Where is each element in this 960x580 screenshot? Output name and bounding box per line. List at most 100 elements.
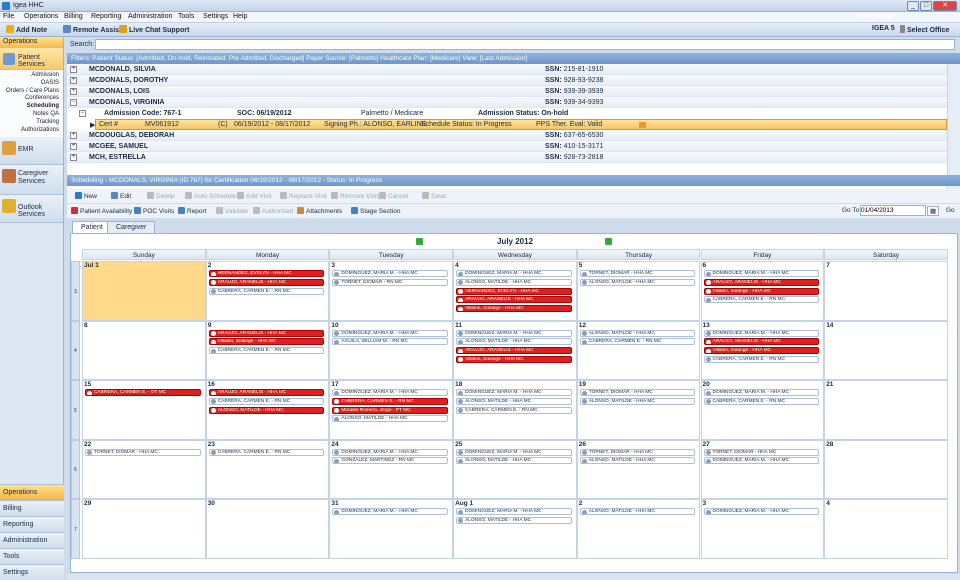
go-button[interactable]: Go [946,207,955,214]
visit-entry[interactable]: DOMINGUEZ, MARIA M. - HHA MC [456,389,572,396]
expand-icon[interactable]: + [70,77,77,84]
search-input[interactable] [95,39,955,50]
patient-row[interactable]: + MCDONALS, DOROTHY SSN: 928-93-9238 [67,75,947,86]
live-chat-button[interactable]: Live Chat Support [119,25,189,34]
visit-entry[interactable]: CABRERA, CARMEN E. - RN MC [703,355,820,363]
menu-operations[interactable]: Operations [24,13,58,20]
visit-entry[interactable]: ALONSO, MATILDE - HHA MC [579,457,696,465]
patient-row[interactable]: + MCH, ESTRELLA SSN: 928-73-2818 [67,152,947,163]
visit-entry[interactable]: ARAUJO, ARANELIS - HHA MC [456,347,572,355]
patient-row[interactable]: − MCDONALS, VIRGINIA SSN: 939-34-9393 [67,97,947,108]
remote-assist-button[interactable]: Remote Assist [63,25,121,34]
visit-entry[interactable]: CABRERA, CARMEN E. - RN MC [579,338,696,346]
action-authorized-button[interactable]: Authorized [253,207,293,215]
tab-caregiver[interactable]: Caregiver [107,221,156,233]
calendar-day-cell[interactable]: 19 TORNET, DIOMAR - HHA MC ALONSO, MATILDE… [576,380,701,440]
visit-entry[interactable]: TORNET, DIOMAR - HHA MC [85,448,201,456]
close-button[interactable]: ✕ [933,1,957,11]
action-new-button[interactable]: New [75,192,97,200]
visit-entry[interactable]: CABRERA, CARMEN E. - RN MC [332,397,449,405]
visit-entry[interactable]: AGUILA, WILLIAM M. - RN MC [332,338,449,346]
visit-entry[interactable]: GONZALEZ, MARTINEZ - RN MC [332,457,449,465]
calendar-day-cell[interactable]: 7 [824,261,948,321]
visit-entry[interactable]: ALONSO, MATILDE - HHA MC [579,329,696,337]
calendar-day-cell[interactable]: 9 ARAUJO, ARANELIS - HHA MC Villalon, Sola… [205,320,330,380]
action-save-button[interactable]: Save [422,192,446,200]
calendar-day-cell[interactable]: Jul 1 [82,261,206,321]
add-note-button[interactable]: Add Note [6,25,47,34]
patient-row[interactable]: + MCDONALD, SILVIA SSN: 215-81-1910 [67,64,947,75]
action-attachments-button[interactable]: Attachments [297,207,342,215]
visit-entry[interactable]: DOMINGUEZ, MARIA M. - HHA MC [332,329,449,337]
calendar-day-cell[interactable]: 26 TORNET, DIOMAR - HHA MC ALONSO, MATILDE… [576,439,701,499]
calendar-day-cell[interactable]: 25 DOMINGUEZ, MARIA M. - HHA MC ALONSO, MA… [453,439,577,499]
submenu-item-scheduling[interactable]: Scheduling [0,103,59,111]
menu-help[interactable]: Help [233,13,247,20]
nav-emr[interactable]: EMR [0,137,63,166]
bottom-nav-billing[interactable]: Billing [0,500,64,516]
menu-administration[interactable]: Administration [128,13,172,20]
action-auto-schedule-button[interactable]: Auto Schedule [185,192,236,200]
calendar-day-cell[interactable]: 4 [824,499,948,559]
visit-entry[interactable]: ALONSO, MATILDE - HHA MC [579,278,696,286]
visit-entry[interactable]: Villalon, Solange - HHA MC [456,305,572,313]
calendar-day-cell[interactable]: Aug 1 DOMINGUEZ, MARIA M. - HHA MC ALONSO,… [453,499,577,559]
calendar-day-cell[interactable]: 10 DOMINGUEZ, MARIA M. - HHA MC AGUILA, WI… [329,320,454,380]
visit-entry[interactable]: ARAUJO, ARANELIS - HHA MC [703,278,820,286]
calendar-day-cell[interactable]: 4 DOMINGUEZ, MARIA M. - HHA MC ALONSO, MAT… [453,261,577,321]
action-report-button[interactable]: Report [178,207,207,215]
bottom-nav-operations[interactable]: Operations [0,484,64,500]
visit-entry[interactable]: CABRERA, CARMEN E. - OT MC [85,389,201,396]
action-add-visit-button[interactable]: Add Visit [237,192,272,200]
visit-entry[interactable]: TORNET, DIOMAR - HHA MC [579,448,696,456]
bottom-nav-reporting[interactable]: Reporting [0,516,64,532]
calendar-day-cell[interactable]: 30 [205,499,330,559]
visit-entry[interactable]: ALONSO, MATILDE - HHA MC [579,397,696,405]
visit-entry[interactable]: TORNET, DIOMAR - HHA MC [579,389,696,396]
calendar-picker-icon[interactable]: ▦ [927,206,940,216]
visit-entry[interactable]: ARAUJO, ARANELIS - HHA MC [703,338,820,346]
visit-entry[interactable]: DOMINGUEZ, MARIA M. - HHA MC [332,270,449,277]
bottom-nav-tools[interactable]: Tools [0,548,64,564]
visit-entry[interactable]: CABRERA, CARMEN E. - RN MC [208,397,325,405]
visit-entry[interactable]: CABRERA, CARMEN E. - RN MC [703,397,820,405]
visit-entry[interactable]: ALONSO, MATILDE - HHA MC [579,508,696,515]
menu-billing[interactable]: Billing [64,13,83,20]
visit-entry[interactable]: ALONSO, MATILDE - HHA MC [456,397,572,405]
visit-entry[interactable]: DOMINGUEZ, MARIA M. - HHA MC [456,270,572,277]
bottom-nav-settings[interactable]: Settings [0,564,64,580]
calendar-day-cell[interactable]: 31 DOMINGUEZ, MARIA M. - HHA MC [329,499,454,559]
visit-entry[interactable]: Villalon, Solange - HHA MC [703,347,820,355]
calendar-day-cell[interactable]: 8 [82,320,206,380]
calendar-day-cell[interactable]: 3 DOMINGUEZ, MARIA M. - HHA MC [700,499,825,559]
visit-entry[interactable]: DOMINGUEZ, MARIA M. - HHA MC [703,329,820,337]
nav-caregiver-services[interactable]: Caregiver Services [0,165,63,196]
submenu-item-oasis[interactable]: OASIS [0,80,59,88]
submenu-item-admission[interactable]: Admission [0,72,59,80]
visit-entry[interactable]: DOMINGUEZ, MARIA M. - HHA MC [703,270,820,277]
visit-entry[interactable]: Villalon, Solange - HHA MC [703,287,820,295]
visit-entry[interactable]: HERNANDEZ, EVELYN - HHA MC [456,287,572,295]
visit-entry[interactable]: CABRERA, CARMEN E. - RN MC [456,406,572,414]
menu-file[interactable]: File [3,13,14,20]
visit-entry[interactable]: TORNET, DIOMAR - RN MC [332,278,449,286]
tab-patient[interactable]: Patient [72,221,112,233]
calendar-day-cell[interactable]: 27 TORNET, DIOMAR - HHA MC DOMINGUEZ, MARI… [700,439,825,499]
maximize-button[interactable]: □ [920,1,932,11]
collapse-icon[interactable]: − [79,110,86,117]
visit-entry[interactable]: DOMINGUEZ, MARIA M. - HHA MC [703,508,820,515]
visit-entry[interactable]: ARAUJO, ARANELIS - HHA MC [208,389,325,396]
visit-entry[interactable]: DOMINGUEZ, MARIA M. - HHA MC [456,329,572,337]
expand-icon[interactable]: + [70,154,77,161]
visit-entry[interactable]: ALONSO, MATILDE - HHA MC [456,278,572,286]
visit-entry[interactable]: ALONSO, MATILDE - HHA MC [456,338,572,346]
action-validate-button[interactable]: Validate [216,207,248,215]
submenu-item-orders-care-plans[interactable]: Orders / Care Plans [0,88,59,96]
goto-date-input[interactable] [860,205,926,216]
visit-entry[interactable]: DOMINGUEZ, MARIA M. - HHA MC [703,389,820,396]
expand-icon[interactable]: + [70,143,77,150]
select-office-button[interactable]: Select Office [900,25,949,34]
expand-icon[interactable]: + [70,88,77,95]
minimize-button[interactable]: _ [907,1,919,11]
calendar-day-cell[interactable]: 28 [824,439,948,499]
